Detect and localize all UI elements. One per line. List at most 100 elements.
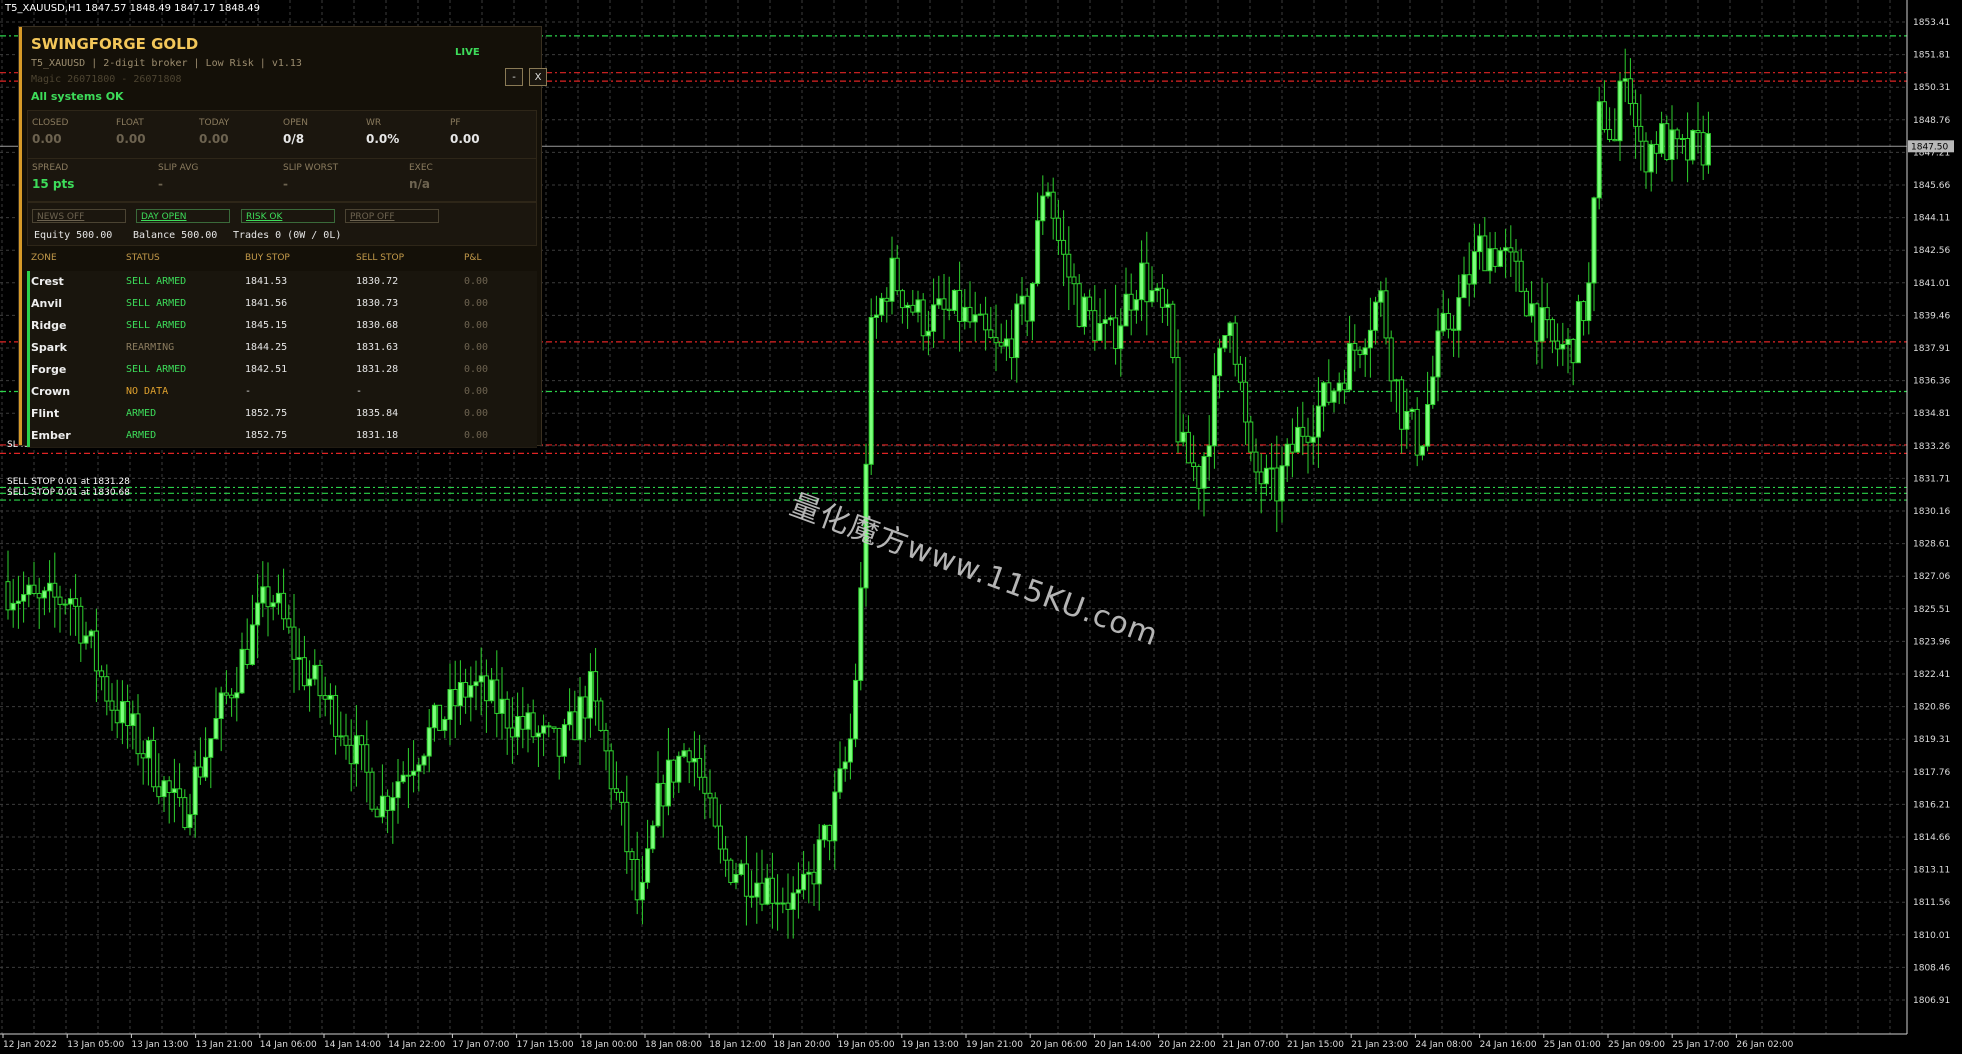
candle-body — [307, 678, 313, 687]
candle — [1393, 378, 1399, 413]
candle — [1685, 112, 1691, 183]
candle-body — [655, 782, 661, 827]
candle-body — [1055, 217, 1061, 241]
candle — [1690, 129, 1696, 165]
candle-body — [104, 676, 110, 702]
candle-body — [239, 648, 245, 694]
candle-body — [229, 694, 235, 699]
candle — [416, 757, 422, 792]
candle — [697, 734, 703, 791]
candle-body — [1440, 312, 1446, 332]
time-tick-label: 19 Jan 05:00 — [838, 1040, 895, 1050]
price-tick-label: 1841.01 — [1913, 279, 1950, 289]
candle-body — [171, 788, 177, 793]
candle-body — [676, 755, 682, 783]
candle-body — [587, 671, 593, 719]
candle — [541, 714, 547, 757]
candle-body — [1419, 445, 1425, 456]
minimize-button[interactable]: - — [505, 68, 523, 86]
candle-body — [489, 679, 495, 702]
close-button[interactable]: X — [529, 68, 547, 86]
candle-body — [249, 624, 255, 665]
candle-body — [41, 590, 47, 599]
time-tick-label: 14 Jan 06:00 — [260, 1040, 317, 1050]
candle-body — [1487, 248, 1493, 272]
candle — [1097, 298, 1103, 341]
zone-sell-stop: 1830.73 — [356, 298, 399, 309]
candle — [910, 289, 916, 316]
candle — [1061, 210, 1067, 287]
candle-body — [88, 630, 94, 637]
candle — [936, 275, 942, 309]
candle-body — [130, 713, 136, 727]
candle-body — [858, 587, 864, 681]
candle-body — [483, 675, 489, 702]
stat-float: FLOAT 0.00 — [116, 118, 146, 146]
candle — [145, 736, 151, 786]
panel-title: SWINGFORGE GOLD — [31, 35, 199, 53]
candle-body — [1123, 293, 1129, 327]
candle-body — [1586, 282, 1592, 322]
candle — [1326, 359, 1332, 406]
time-tick-label: 18 Jan 00:00 — [581, 1040, 638, 1050]
candle-body — [1659, 123, 1665, 154]
candle — [1081, 293, 1087, 335]
candle — [359, 734, 365, 771]
candle — [1113, 284, 1119, 365]
candle — [1617, 72, 1623, 161]
candle — [395, 759, 401, 824]
time-tick-label: 24 Jan 08:00 — [1415, 1040, 1472, 1050]
price-tick-label: 1830.16 — [1913, 507, 1950, 517]
zone-name: Anvil — [31, 297, 63, 310]
candle-body — [920, 299, 926, 337]
candle — [338, 711, 344, 747]
candle-body — [1274, 467, 1280, 502]
candle — [1581, 300, 1587, 336]
candle — [156, 753, 162, 805]
candle — [104, 664, 110, 716]
zone-buy-stop: 1852.75 — [245, 408, 288, 419]
candle — [795, 862, 801, 919]
time-tick-label: 25 Jan 09:00 — [1608, 1040, 1665, 1050]
candle-body — [463, 682, 469, 698]
candle-body — [1175, 357, 1181, 443]
candle-body — [1159, 287, 1165, 308]
candle — [1300, 401, 1306, 456]
candle-body — [161, 780, 167, 798]
candle-body — [1617, 80, 1623, 142]
candle — [73, 574, 79, 636]
candle-body — [1222, 335, 1228, 349]
candle-body — [931, 304, 937, 332]
candle — [161, 775, 167, 813]
candle-body — [842, 761, 848, 770]
candle-body — [1352, 342, 1358, 351]
time-tick-label: 20 Jan 22:00 — [1159, 1040, 1216, 1050]
candle — [1211, 353, 1217, 469]
candle-body — [1435, 330, 1441, 378]
candle — [1659, 111, 1665, 158]
candle-body — [234, 692, 240, 699]
candle-body — [1482, 235, 1488, 272]
candle-body — [1399, 379, 1405, 430]
candle — [130, 700, 136, 750]
price-tick-label: 1823.96 — [1913, 637, 1950, 647]
candle — [1144, 231, 1150, 336]
candle — [234, 666, 240, 722]
candle-body — [26, 584, 32, 596]
candle — [218, 686, 224, 752]
candle — [738, 859, 744, 877]
candle — [837, 741, 843, 800]
candle-body — [1367, 329, 1373, 349]
candle-body — [57, 596, 63, 605]
candle — [343, 713, 349, 760]
price-tick-label: 1836.36 — [1913, 377, 1950, 387]
candle — [374, 806, 380, 818]
candle — [457, 660, 463, 725]
candle — [593, 647, 599, 726]
candle-body — [561, 724, 567, 757]
candle — [957, 261, 963, 352]
candle — [1503, 228, 1509, 278]
zone-row: Flint ARMED 1852.75 1835.84 0.00 — [27, 403, 537, 426]
candle — [1196, 464, 1202, 510]
candle — [1560, 322, 1566, 366]
